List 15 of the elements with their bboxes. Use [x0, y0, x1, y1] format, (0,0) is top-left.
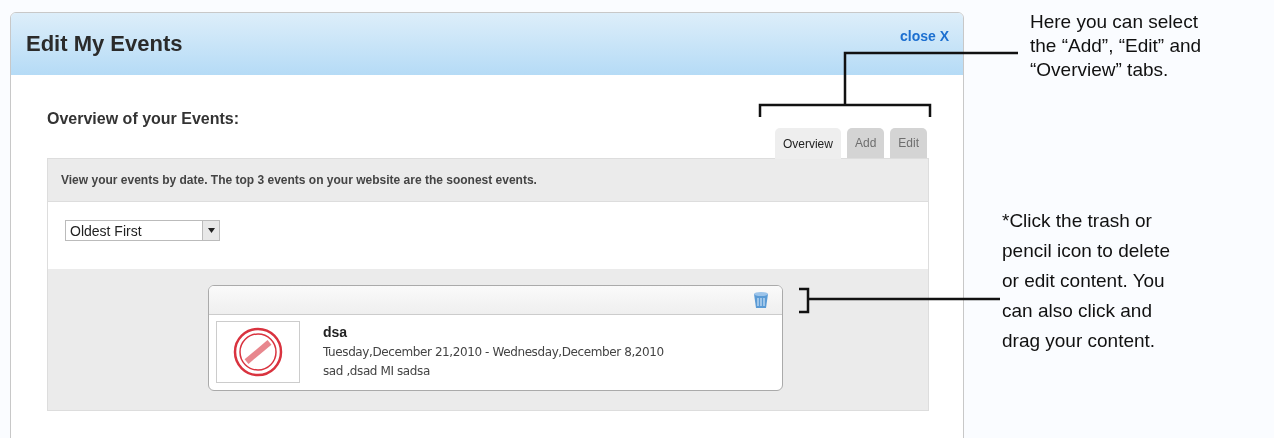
- tab[interactable]: Edit: [890, 128, 927, 158]
- event-dates: Tuesday,December 21,2010 - Wednesday,December 8,2010: [323, 345, 664, 359]
- info-text: View your events by date. The top 3 events on your website are the soonest events.: [61, 173, 537, 187]
- close-link[interactable]: close X: [899, 28, 949, 44]
- dialog-title: Edit My Events: [26, 31, 183, 57]
- event-title: dsa: [323, 324, 349, 340]
- tab[interactable]: Overview: [774, 128, 841, 159]
- sort-dropdown[interactable]: Oldest First: [65, 220, 220, 241]
- annotation-text: Here you can select the “Add”, “Edit” and “Overview” tabs.: [1030, 10, 1203, 82]
- event-location: sad ,dsad MI sadsa: [323, 364, 431, 378]
- tab[interactable]: Add: [846, 128, 885, 158]
- event-card[interactable]: dsa Tuesday,December 21,2010 - Wednesday,December 8,2010 sad ,dsad MI sadsa: [208, 285, 783, 391]
- section-heading: Overview of your Events:: [47, 110, 240, 128]
- annotation-text: *Click the trash or pencil icon to delete or edit content. You can also click and drag your content.: [1002, 209, 1171, 353]
- trash-icon[interactable]: [752, 291, 770, 309]
